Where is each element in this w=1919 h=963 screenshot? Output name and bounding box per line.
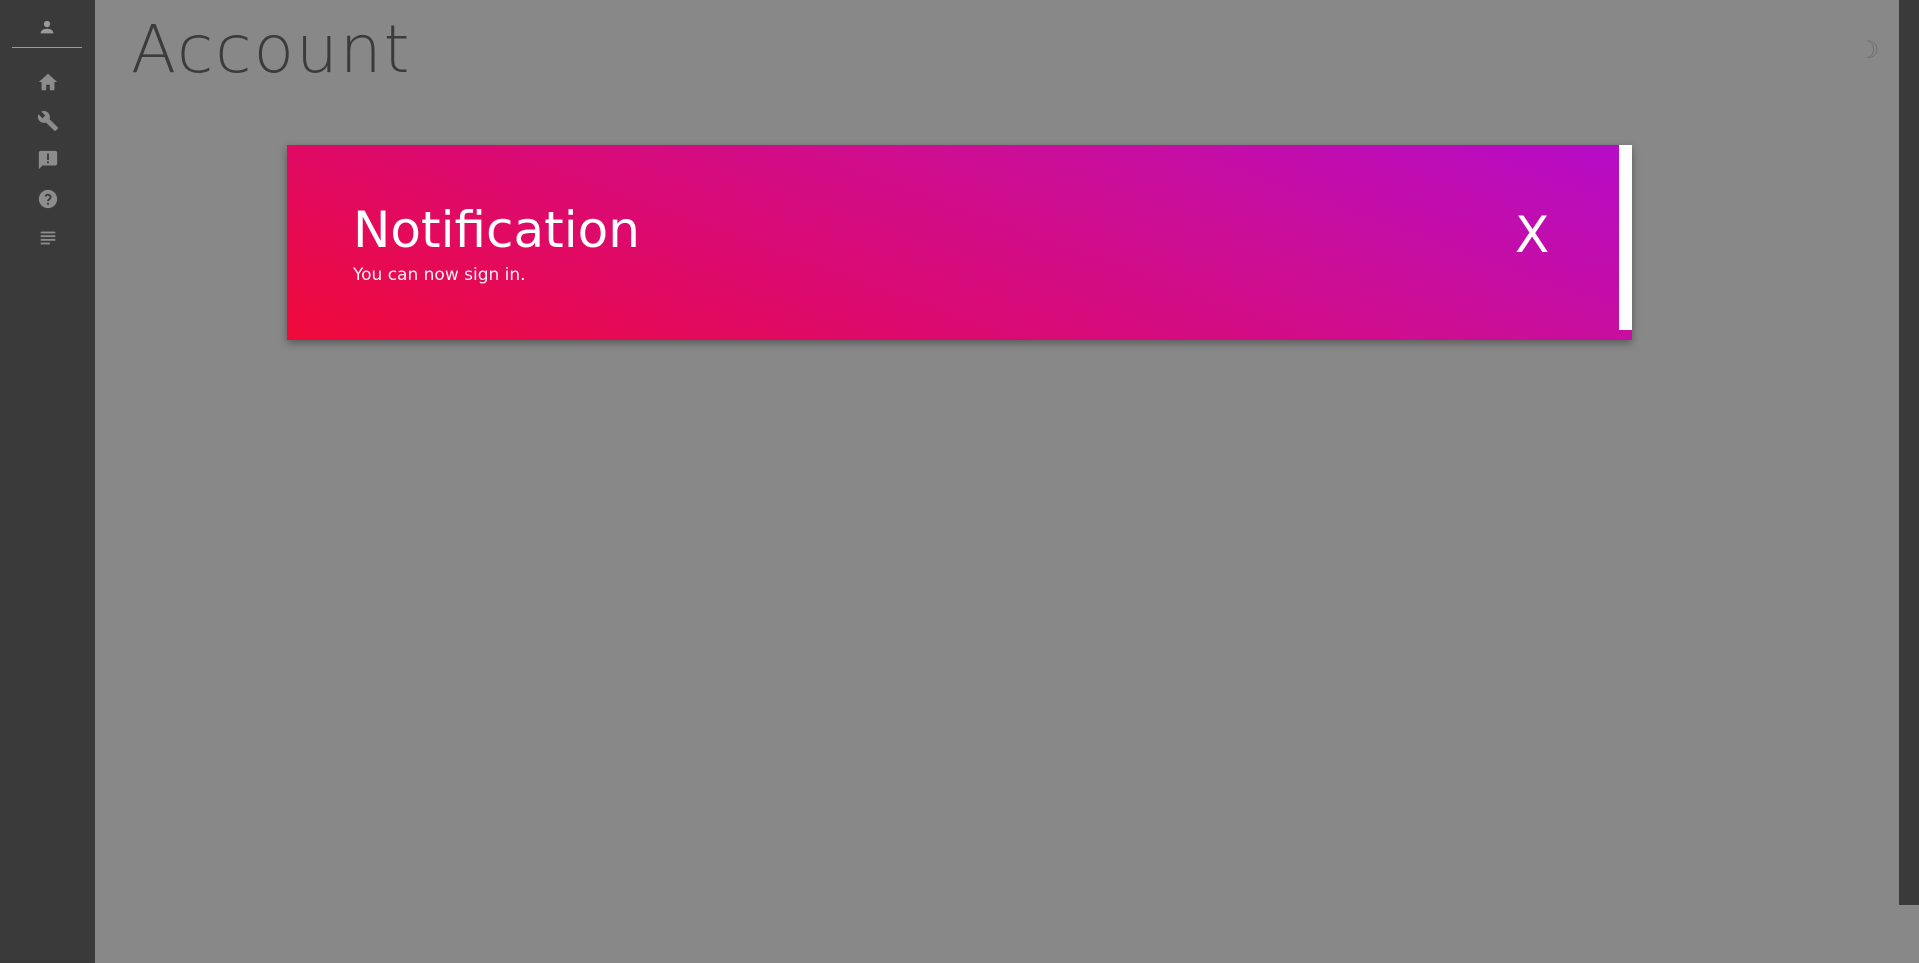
profile-button[interactable]	[12, 10, 82, 48]
theme-toggle-moon-icon[interactable]: ☽	[1858, 38, 1880, 62]
page-title: Account	[131, 11, 412, 88]
notification-close-button[interactable]: X	[1515, 207, 1549, 263]
sidebar-item-feedback[interactable]	[0, 142, 95, 181]
notification-scrollbar[interactable]	[1619, 145, 1632, 330]
sidebar-item-tools[interactable]	[0, 103, 95, 142]
person-icon	[38, 18, 56, 40]
notification-message: You can now sign in.	[353, 265, 526, 285]
sidebar-item-notes[interactable]	[0, 220, 95, 259]
notification-banner: Notification You can now sign in. X	[287, 145, 1632, 340]
page-scrollbar[interactable]	[1899, 0, 1919, 905]
sidebar-nav	[0, 64, 95, 259]
sidebar	[0, 0, 95, 963]
home-icon	[37, 71, 59, 97]
sidebar-item-home[interactable]	[0, 64, 95, 103]
notification-title: Notification	[353, 201, 640, 259]
help-icon	[37, 188, 59, 214]
notes-icon	[37, 227, 59, 253]
wrench-icon	[37, 110, 59, 136]
feedback-icon	[37, 149, 59, 175]
sidebar-item-help[interactable]	[0, 181, 95, 220]
app-window: Account ☽ Notification You can now sign …	[0, 0, 1919, 963]
